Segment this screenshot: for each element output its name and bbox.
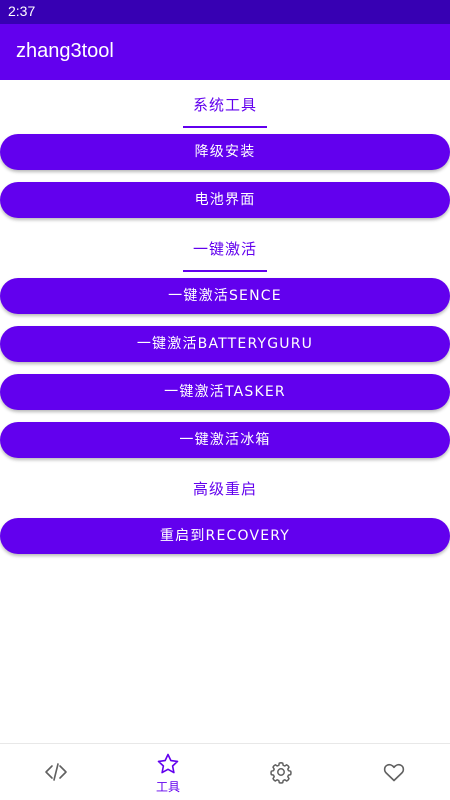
nav-item-tools[interactable]: 工具	[112, 744, 224, 800]
activate-scene-button[interactable]: 一键激活SENCE	[0, 278, 450, 314]
section-header-one-click-activation: 一键激活	[192, 240, 257, 258]
heart-icon	[383, 763, 405, 782]
gear-icon	[270, 762, 292, 784]
activate-tasker-button[interactable]: 一键激活TASKER	[0, 374, 450, 410]
app-screen: 2:37 zhang3tool 系统工具 降级安装 电池界面 一键激活 一键激活…	[0, 0, 450, 800]
status-bar: 2:37	[0, 0, 450, 24]
nav-item-code[interactable]	[0, 744, 112, 800]
activate-icebox-button[interactable]: 一键激活冰箱	[0, 422, 450, 458]
battery-screen-button[interactable]: 电池界面	[0, 182, 450, 218]
activate-batteryguru-button[interactable]: 一键激活BATTERYGURU	[0, 326, 450, 362]
app-bar: zhang3tool	[0, 24, 450, 80]
downgrade-install-button[interactable]: 降级安装	[0, 134, 450, 170]
section-underline	[183, 126, 267, 128]
section-underline	[183, 270, 267, 272]
code-icon	[45, 763, 67, 781]
nav-label-tools: 工具	[155, 780, 180, 794]
star-icon	[157, 753, 179, 774]
reboot-recovery-button[interactable]: 重启到RECOVERY	[0, 518, 450, 554]
section-header-system-tools: 系统工具	[192, 96, 257, 114]
app-title: zhang3tool	[16, 40, 114, 62]
status-time: 2:37	[8, 3, 36, 19]
section-header-advanced-reboot: 高级重启	[192, 480, 257, 498]
nav-item-favorites[interactable]	[338, 744, 450, 800]
nav-item-settings[interactable]	[225, 744, 337, 800]
bottom-navigation: 工具	[0, 743, 450, 800]
